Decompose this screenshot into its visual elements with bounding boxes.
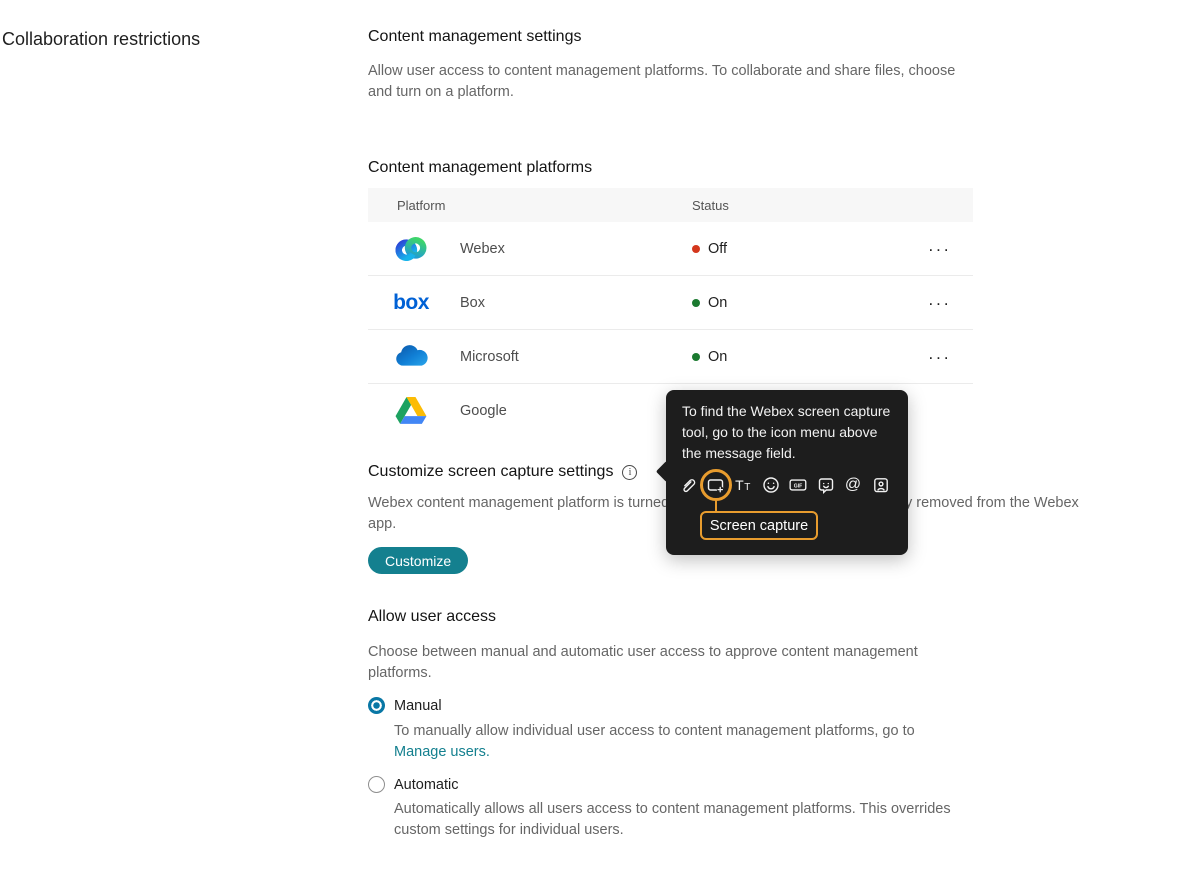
screen-capture-highlight-ring [699, 469, 732, 501]
platform-name: Box [460, 294, 485, 311]
content-management-settings-heading: Content management settings [368, 28, 582, 45]
radio-unselected-control[interactable] [368, 776, 385, 793]
ellipsis-icon: ··· [928, 293, 951, 312]
screen-capture-description-right: y removed from the Webex [905, 495, 1079, 511]
contact-card-icon [872, 476, 890, 494]
screen-capture-icon [699, 469, 732, 501]
row-menu-button[interactable]: ··· [922, 344, 957, 369]
allow-user-access-description: Choose between manual and automatic user… [368, 644, 918, 681]
status-cell: Off [692, 241, 727, 257]
status-text: Off [708, 240, 728, 257]
info-icon[interactable]: i [622, 464, 638, 480]
manual-description: To manually allow individual user access… [394, 721, 954, 763]
google-drive-icon [393, 393, 429, 429]
content-management-settings-description: Allow user access to content management … [368, 63, 956, 100]
page-title: Collaboration restrictions [2, 29, 201, 49]
tooltip-icon-row: Tt GIF @ [679, 469, 890, 501]
ellipsis-icon: ··· [928, 239, 951, 258]
screen-capture-description-left: Webex content management platform is tur… [368, 495, 670, 511]
radio-manual[interactable]: Manual [368, 697, 442, 714]
row-menu-button[interactable]: ··· [922, 236, 957, 261]
row-menu-button[interactable]: ··· [922, 290, 957, 315]
status-dot [692, 352, 700, 361]
radio-automatic[interactable]: Automatic [368, 776, 458, 793]
gif-icon: GIF [789, 476, 807, 494]
customize-button[interactable]: Customize [368, 547, 469, 574]
table-row-webex: Webex Off ··· [368, 222, 973, 276]
table-header-row: Platform Status [368, 188, 973, 222]
radio-label[interactable]: Automatic [394, 777, 458, 793]
mention-icon: @ [844, 476, 862, 493]
platform-name: Microsoft [460, 348, 519, 365]
text-format-icon: Tt [735, 477, 751, 493]
status-column-header: Status [692, 197, 729, 213]
status-cell: On [692, 349, 727, 365]
customize-screen-capture-heading: Customize screen capture settings [368, 463, 614, 480]
svg-text:GIF: GIF [794, 483, 803, 489]
attachment-icon [679, 476, 697, 494]
table-row-box: box Box On ··· [368, 276, 973, 330]
screen-capture-label: Screen capture [700, 511, 818, 540]
table-row-microsoft: Microsoft On ··· [368, 330, 973, 384]
screen-capture-description-line2: app. [368, 516, 397, 532]
status-text: On [708, 348, 728, 365]
radio-selected-control[interactable] [368, 697, 385, 714]
status-cell: On [692, 295, 727, 311]
radio-label[interactable]: Manual [394, 698, 442, 714]
screen-capture-tooltip: To find the Webex screen capture tool, g… [655, 390, 908, 555]
tooltip-pointer-icon [655, 460, 678, 483]
onedrive-cloud-icon [393, 339, 429, 375]
platform-name: Google [460, 403, 507, 419]
platform-name: Webex [460, 240, 505, 257]
allow-user-access-heading: Allow user access [368, 608, 497, 625]
automatic-description: Automatically allows all users access to… [394, 801, 951, 838]
tooltip-text: To find the Webex screen capture tool, g… [682, 403, 891, 461]
box-logo-icon: box [393, 290, 429, 314]
status-dot [692, 298, 700, 307]
ellipsis-icon: ··· [928, 347, 951, 366]
manage-users-link[interactable]: Manage users. [394, 742, 954, 763]
platforms-heading: Content management platforms [368, 159, 593, 176]
status-dot [692, 244, 700, 253]
sticker-icon [817, 476, 835, 494]
customize-screen-capture-heading-row: Customize screen capture settings i [368, 463, 638, 481]
platform-column-header: Platform [397, 197, 446, 213]
collaboration-restrictions-page: Collaboration restrictions Content manag… [0, 0, 1180, 876]
emoji-icon [762, 476, 780, 494]
manual-description-text: To manually allow individual user access… [394, 723, 915, 739]
webex-logo-icon [393, 231, 429, 267]
status-text: On [708, 294, 728, 311]
